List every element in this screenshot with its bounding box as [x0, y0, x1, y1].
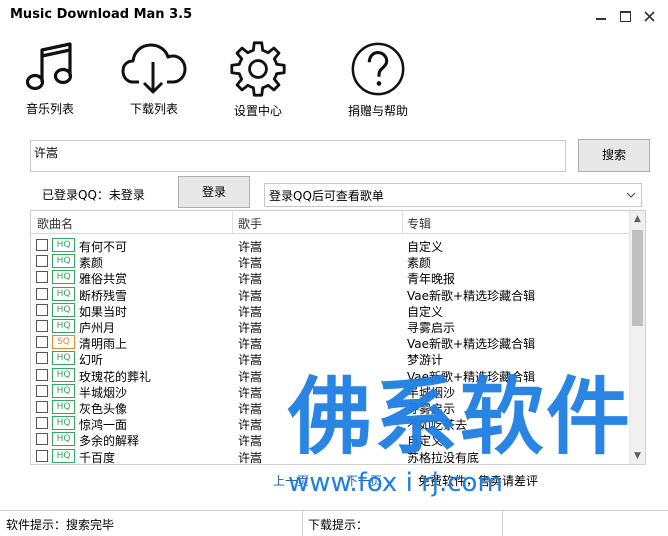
- table-row[interactable]: HQ 素颜 许嵩 素颜: [31, 253, 629, 270]
- table-row[interactable]: HQ 庐州月 许嵩 寻雾启示: [31, 318, 629, 335]
- status-bar: 软件提示：搜索完毕 下载提示：: [0, 510, 668, 536]
- quality-badge: HQ: [52, 367, 75, 382]
- maximize-button[interactable]: [614, 6, 636, 26]
- song-title: 千百度: [79, 450, 116, 465]
- row-checkbox[interactable]: [36, 320, 48, 332]
- toolbar-label: 下载列表: [129, 102, 178, 116]
- login-status: 已登录QQ：未登录: [42, 188, 145, 202]
- software-status: 软件提示：搜索完毕: [6, 518, 115, 532]
- gear-icon: [230, 41, 286, 97]
- quality-badge: HQ: [52, 448, 75, 463]
- toolbar-label: 音乐列表: [25, 102, 74, 116]
- row-checkbox[interactable]: [36, 255, 48, 268]
- toolbar-donate-help[interactable]: 捐赠与帮助: [333, 40, 423, 120]
- login-button[interactable]: 登录: [178, 176, 250, 208]
- scroll-down-icon[interactable]: ▼: [630, 448, 645, 464]
- column-header-artist[interactable]: 歌手: [238, 215, 262, 232]
- row-checkbox[interactable]: [36, 336, 48, 349]
- column-header-song[interactable]: 歌曲名: [37, 215, 73, 232]
- quality-badge: HQ: [52, 286, 75, 301]
- row-checkbox[interactable]: [36, 352, 48, 365]
- toolbar-settings[interactable]: 设置中心: [213, 40, 303, 120]
- quality-badge: HQ: [52, 432, 75, 447]
- quality-badge: HQ: [52, 351, 75, 366]
- table-row[interactable]: SQ 清明雨上 许嵩 Vae新歌+精选珍藏合辑: [31, 334, 629, 351]
- quality-badge: SQ: [52, 335, 75, 350]
- row-checkbox[interactable]: [36, 239, 48, 251]
- window-title: Music Download Man 3.5: [10, 7, 193, 22]
- row-checkbox[interactable]: [36, 271, 48, 284]
- playlist-select[interactable]: 登录QQ后可查看歌单: [264, 183, 642, 207]
- quality-badge: HQ: [52, 238, 75, 252]
- row-checkbox[interactable]: [36, 417, 48, 430]
- table-row[interactable]: HQ 雅俗共赏 许嵩 青年晚报: [31, 269, 629, 286]
- help-icon: [351, 42, 405, 96]
- minimize-icon: [596, 18, 606, 20]
- quality-badge: HQ: [52, 400, 75, 414]
- download-status: 下载提示：: [308, 518, 369, 532]
- row-checkbox[interactable]: [36, 384, 48, 397]
- title-bar: Music Download Man 3.5: [0, 0, 668, 32]
- table-row[interactable]: HQ 有何不可 许嵩 自定义: [31, 237, 629, 254]
- row-checkbox[interactable]: [36, 287, 48, 300]
- column-header-album[interactable]: 专辑: [407, 215, 431, 232]
- quality-badge: HQ: [52, 254, 75, 269]
- toolbar-music-list[interactable]: 音乐列表: [5, 40, 95, 120]
- minimize-button[interactable]: [590, 6, 612, 26]
- toolbar-label: 设置中心: [233, 104, 282, 118]
- watermark-text: 佛系软件: [288, 370, 633, 464]
- music-note-icon: [25, 42, 73, 91]
- row-checkbox[interactable]: [36, 433, 48, 446]
- quality-badge: HQ: [52, 270, 75, 285]
- toolbar-label: 捐赠与帮助: [347, 104, 408, 118]
- cloud-download-icon: [121, 43, 187, 94]
- row-checkbox[interactable]: [36, 449, 48, 462]
- song-artist: 许嵩: [238, 450, 263, 465]
- row-checkbox[interactable]: [36, 368, 48, 381]
- scroll-up-icon[interactable]: ▲: [630, 211, 645, 227]
- close-icon: [643, 10, 655, 22]
- scrollbar-thumb[interactable]: [632, 230, 643, 326]
- row-checkbox[interactable]: [36, 401, 48, 413]
- maximize-icon: [619, 10, 631, 22]
- table-header: 歌曲名 歌手 专辑: [31, 211, 629, 234]
- table-row[interactable]: HQ 如果当时 许嵩 自定义: [31, 302, 629, 319]
- close-button[interactable]: [638, 6, 660, 26]
- chevron-down-icon: [626, 192, 636, 198]
- watermark-url: www.fox i rj.com: [288, 468, 503, 498]
- quality-badge: HQ: [52, 319, 75, 333]
- toolbar-download-list[interactable]: 下载列表: [109, 40, 199, 120]
- playlist-select-value: 登录QQ后可查看歌单: [269, 189, 384, 203]
- quality-badge: HQ: [52, 383, 75, 398]
- row-checkbox[interactable]: [36, 303, 48, 316]
- quality-badge: HQ: [52, 416, 75, 431]
- table-row[interactable]: HQ 断桥残雪 许嵩 Vae新歌+精选珍藏合辑: [31, 286, 629, 303]
- search-button[interactable]: 搜索: [578, 139, 650, 172]
- search-input[interactable]: 许嵩: [30, 140, 566, 172]
- quality-badge: HQ: [52, 302, 75, 317]
- search-input-value: 许嵩: [34, 146, 59, 160]
